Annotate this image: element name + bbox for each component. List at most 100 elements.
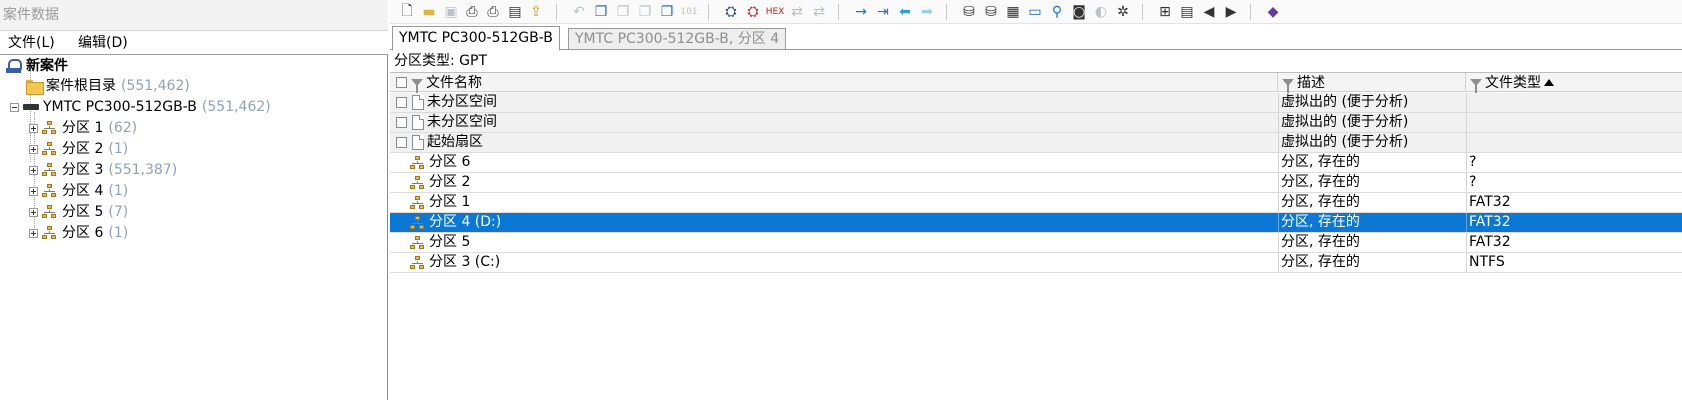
paste-icon[interactable]: ❐ (614, 3, 632, 21)
partition-icon (410, 235, 426, 250)
calculator-icon[interactable]: ▭ (1026, 3, 1044, 21)
undo-icon[interactable]: ↶ (570, 3, 588, 21)
goto-offset-icon[interactable]: → (852, 3, 870, 21)
print-icon[interactable]: ⎙ (463, 3, 481, 21)
column-header-name[interactable]: 文件名称 (390, 73, 1278, 93)
paste-special-icon[interactable]: ❐ (658, 3, 676, 21)
tree-node-disk[interactable]: YMTC PC300-512GB-B (551,462) (10, 97, 271, 117)
folder-icon (26, 79, 44, 95)
cell-file-type: FAT32 (1469, 194, 1511, 210)
find-text-icon[interactable]: ⛭ (744, 3, 762, 21)
open-image-icon[interactable]: ⛁ (982, 3, 1000, 21)
replace-icon[interactable]: ⇄ (788, 3, 806, 21)
cell-name: 未分区空间 (396, 113, 497, 132)
item-count: (551,462) (201, 99, 271, 115)
export-icon[interactable]: ⇪ (527, 3, 545, 21)
partition-icon (410, 195, 426, 210)
new-icon[interactable]: 🗋 (398, 3, 416, 21)
column-label: 文件名称 (426, 74, 482, 91)
row-checkbox[interactable] (396, 117, 407, 128)
column-divider (1278, 253, 1279, 272)
tree-node-new-case[interactable]: 新案件 (6, 56, 68, 76)
cell-name: 分区 5 (396, 233, 470, 252)
book-icon[interactable]: ◆ (1264, 3, 1282, 21)
tree-node-partition-5[interactable]: 分区 5 (7) (29, 202, 128, 222)
tree-node-partition-1[interactable]: 分区 1 (62) (29, 118, 137, 138)
copy-sectors-icon[interactable]: ❐ (636, 3, 654, 21)
column-divider (1466, 193, 1467, 212)
table-row[interactable]: 分区 1 分区, 存在的 FAT32 (390, 193, 1682, 213)
properties-icon[interactable]: ▤ (506, 3, 524, 21)
menu-edit[interactable]: 编辑(D) (74, 31, 132, 55)
table-row[interactable]: 起始扇区 虚拟出的 (便于分析) (390, 133, 1682, 153)
filter-icon[interactable] (1282, 79, 1294, 93)
view-icon[interactable]: ⊞ (1156, 3, 1174, 21)
filter-icon[interactable] (1470, 79, 1482, 93)
table-row[interactable]: 分区 4 (D:) 分区, 存在的 FAT32 (390, 213, 1682, 233)
row-checkbox[interactable] (396, 137, 407, 148)
tab-partition-4[interactable]: YMTC PC300-512GB-B, 分区 4 (568, 28, 787, 50)
column-divider (1278, 193, 1279, 212)
column-header-type[interactable]: 文件类型 (1466, 73, 1682, 93)
file-name: 分区 4 (D:) (429, 214, 502, 230)
column-divider (1466, 153, 1467, 172)
table-row[interactable]: 分区 5 分区, 存在的 FAT32 (390, 233, 1682, 253)
table-row[interactable]: 分区 3 (C:) 分区, 存在的 NTFS (390, 253, 1682, 273)
table-row[interactable]: 未分区空间 虚拟出的 (便于分析) (390, 113, 1682, 133)
binary-icon[interactable]: 101 (680, 3, 698, 21)
tree-node-partition-2[interactable]: 分区 2 (1) (29, 139, 128, 159)
panel-title: 案件数据 (0, 0, 388, 31)
goto-sector-icon[interactable]: ⇥ (874, 3, 892, 21)
row-checkbox[interactable] (396, 97, 407, 108)
tree-node-partition-3[interactable]: 分区 3 (551,387) (29, 160, 177, 180)
table-icon[interactable]: ▤ (1178, 3, 1196, 21)
select-all-checkbox[interactable] (396, 77, 407, 88)
table-row[interactable]: 未分区空间 虚拟出的 (便于分析) (390, 93, 1682, 113)
expand-icon[interactable] (29, 165, 38, 175)
column-header-desc[interactable]: 描述 (1278, 73, 1466, 93)
column-label: 文件类型 (1485, 74, 1541, 91)
tree-node-case-root[interactable]: 案件根目录 (551,462) (26, 76, 190, 96)
table-row[interactable]: 分区 6 分区, 存在的? (390, 153, 1682, 173)
expand-icon[interactable] (29, 123, 38, 133)
open-disk-icon[interactable]: ⛁ (960, 3, 978, 21)
expand-icon[interactable] (29, 144, 38, 154)
back-icon[interactable]: ⬅ (896, 3, 914, 21)
copy-icon[interactable]: ❐ (592, 3, 610, 21)
snapshot-icon[interactable]: ◐ (1092, 3, 1110, 21)
printer-icon[interactable]: ⎙ (484, 3, 502, 21)
tree-label: 分区 4 (62, 183, 104, 199)
next-icon[interactable]: ▶ (1222, 3, 1240, 21)
column-divider (1466, 113, 1467, 132)
partition-icon (42, 142, 58, 156)
search-icon[interactable]: ⚲ (1048, 3, 1066, 21)
replace-hex-icon[interactable]: ⇄ (810, 3, 828, 21)
camera-icon[interactable]: ◙ (1070, 3, 1088, 21)
table-row[interactable]: 分区 2 分区, 存在的? (390, 173, 1682, 193)
save-icon[interactable]: ▣ (442, 3, 460, 21)
prev-icon[interactable]: ◀ (1200, 3, 1218, 21)
expand-icon[interactable] (29, 228, 38, 238)
cell-description: 虚拟出的 (便于分析) (1281, 94, 1409, 110)
cell-name: 分区 4 (D:) (396, 213, 501, 232)
forward-icon[interactable]: ➡ (918, 3, 936, 21)
column-divider (1466, 93, 1467, 112)
case-data-panel: 案件数据 文件(L) 编辑(D) 新案件 案件根目录 (551,462) YMT… (0, 0, 388, 400)
open-folder-icon[interactable]: ▬ (420, 3, 438, 21)
tab-disk[interactable]: YMTC PC300-512GB-B (392, 26, 560, 51)
cell-file-type: ? (1469, 154, 1477, 170)
partition-icon (410, 175, 426, 190)
tree-node-partition-6[interactable]: 分区 6 (1) (29, 223, 128, 243)
filter-icon[interactable] (411, 79, 423, 93)
find-hex-icon[interactable]: HEX (766, 3, 785, 21)
tree-node-partition-4[interactable]: 分区 4 (1) (29, 181, 128, 201)
expand-icon[interactable] (29, 186, 38, 196)
collapse-icon[interactable] (10, 102, 19, 112)
ram-icon[interactable]: ▦ (1004, 3, 1022, 21)
gear-icon[interactable]: ✲ (1114, 3, 1132, 21)
expand-icon[interactable] (29, 207, 38, 217)
tree-label: 分区 2 (62, 141, 104, 157)
find-icon[interactable]: ⛭ (722, 3, 740, 21)
menu-file[interactable]: 文件(L) (4, 31, 59, 55)
cell-description: 分区, 存在的 (1281, 214, 1360, 230)
